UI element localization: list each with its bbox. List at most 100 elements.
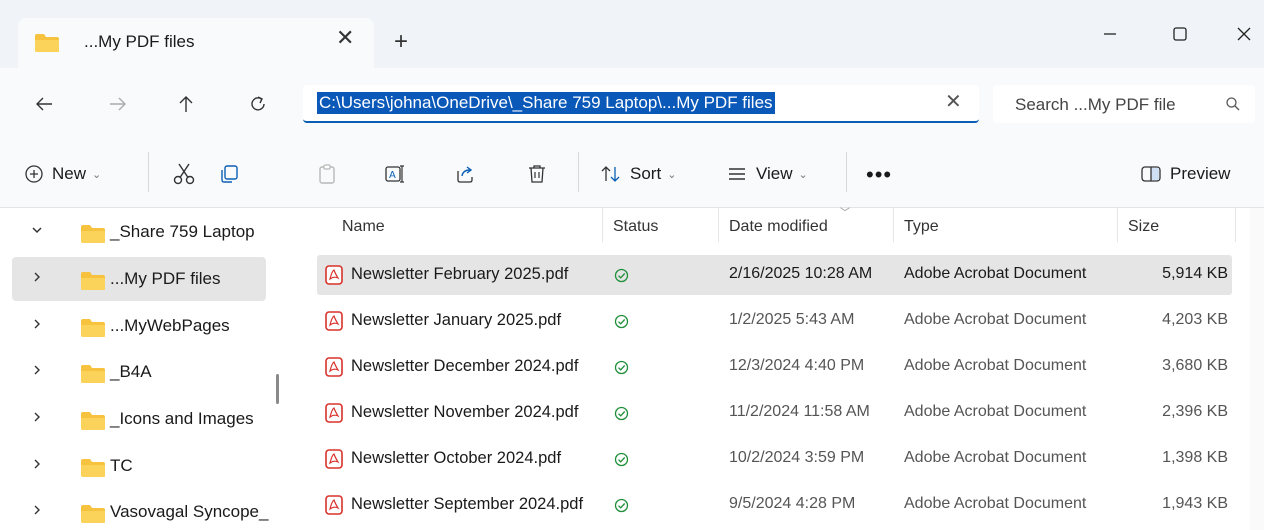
toolbar-divider: [846, 152, 847, 192]
column-divider: [1235, 208, 1236, 242]
close-window-button[interactable]: [1224, 16, 1264, 52]
sort-button[interactable]: Sort ⌄: [600, 140, 676, 208]
file-row[interactable]: Newsletter December 2024.pdf 12/3/2024 4…: [317, 347, 1232, 387]
chevron-down-icon: [32, 227, 42, 234]
sidebar-item-label: _B4A: [110, 362, 152, 381]
up-button[interactable]: [168, 86, 204, 122]
column-header-name[interactable]: Name: [342, 218, 385, 236]
folder-icon: [81, 272, 105, 290]
rename-button[interactable]: A: [384, 140, 406, 208]
chevron-right-icon: [34, 459, 40, 469]
sidebar-item-label: _Share 759 Laptop: [110, 222, 255, 241]
file-type: Adobe Acrobat Document: [904, 357, 1087, 374]
chevron-right-icon: [34, 365, 40, 375]
pdf-file-icon: [325, 311, 343, 331]
file-row[interactable]: Newsletter September 2024.pdf 9/5/2024 4…: [317, 485, 1232, 525]
synced-check-icon: [614, 360, 629, 375]
svg-text:A: A: [389, 170, 396, 181]
search-icon: [1226, 97, 1240, 111]
share-button[interactable]: [454, 140, 476, 208]
new-button[interactable]: New ⌄: [24, 140, 101, 208]
navigation-pane: _Share 759 Laptop ...My PDF files ...MyW…: [0, 208, 290, 530]
file-size: 4,203 KB: [1162, 311, 1228, 328]
synced-check-icon: [614, 498, 629, 513]
column-divider: [718, 208, 719, 242]
minimize-button[interactable]: [1090, 16, 1130, 52]
file-date-modified: 11/2/2024 11:58 AM: [729, 403, 870, 420]
preview-label: Preview: [1170, 164, 1231, 183]
preview-button[interactable]: Preview: [1140, 140, 1230, 208]
file-date-modified: 10/2/2024 3:59 PM: [729, 449, 865, 466]
tab-my-pdf-files[interactable]: ...My PDF files ✕: [18, 18, 374, 68]
column-header-size[interactable]: Size: [1128, 218, 1159, 236]
delete-button[interactable]: [526, 140, 548, 208]
sidebar-item-share-759-laptop[interactable]: _Share 759 Laptop: [12, 210, 266, 254]
file-row[interactable]: Newsletter October 2024.pdf 10/2/2024 3:…: [317, 439, 1232, 479]
file-list-scrollbar[interactable]: [1250, 208, 1264, 530]
forward-button[interactable]: [100, 86, 136, 122]
sidebar-item-icons-and-images[interactable]: _Icons and Images: [12, 397, 266, 441]
column-header-status[interactable]: Status: [613, 218, 658, 236]
file-date-modified: 2/16/2025 10:28 AM: [729, 265, 873, 282]
synced-check-icon: [614, 314, 629, 329]
maximize-button[interactable]: [1160, 16, 1200, 52]
search-input[interactable]: Search ...My PDF file: [1015, 95, 1176, 115]
sidebar-item-tc[interactable]: TC: [12, 444, 266, 488]
file-name: Newsletter December 2024.pdf: [351, 357, 579, 375]
file-type: Adobe Acrobat Document: [904, 311, 1087, 328]
file-list: Name Status ﹀ Date modified Type Size Ne…: [290, 208, 1264, 530]
copy-button[interactable]: [218, 140, 240, 208]
sidebar-item-b4a[interactable]: _B4A: [12, 350, 266, 394]
clear-address-icon[interactable]: ✕: [945, 92, 962, 112]
share-icon: [457, 166, 473, 183]
plus-circle-icon: [25, 165, 43, 183]
sidebar-item-label: _Icons and Images: [110, 409, 254, 428]
address-input[interactable]: C:\Users\johna\OneDrive\_Share 759 Lapto…: [317, 92, 775, 114]
file-name: Newsletter November 2024.pdf: [351, 403, 579, 421]
paste-button[interactable]: [316, 140, 338, 208]
refresh-button[interactable]: [240, 86, 276, 122]
file-row[interactable]: Newsletter November 2024.pdf 11/2/2024 1…: [317, 393, 1232, 433]
chevron-down-icon: ⌄: [92, 168, 102, 181]
pdf-file-icon: [325, 403, 343, 423]
sidebar-item-label: ...My PDF files: [110, 269, 221, 288]
column-header-type[interactable]: Type: [904, 218, 939, 236]
file-row[interactable]: Newsletter January 2025.pdf 1/2/2025 5:4…: [317, 301, 1232, 341]
maximize-icon: [1173, 27, 1187, 41]
navigation-bar: C:\Users\johna\OneDrive\_Share 759 Lapto…: [0, 68, 1264, 140]
chevron-down-icon: ⌄: [798, 168, 808, 181]
column-header-date-modified[interactable]: Date modified: [729, 218, 828, 236]
file-size: 5,914 KB: [1162, 265, 1228, 282]
more-options-button[interactable]: •••: [866, 164, 892, 186]
list-view-icon: [729, 168, 745, 180]
folder-icon: [81, 225, 105, 243]
file-row[interactable]: Newsletter February 2025.pdf 2/16/2025 1…: [317, 255, 1232, 295]
file-size: 1,943 KB: [1162, 495, 1228, 512]
pdf-file-icon: [325, 495, 343, 515]
pdf-file-icon: [325, 449, 343, 469]
file-type: Adobe Acrobat Document: [904, 449, 1087, 466]
back-button[interactable]: [26, 86, 62, 122]
sidebar-item-label: ...MyWebPages: [110, 316, 230, 335]
close-icon: [1237, 27, 1251, 41]
sort-indicator-icon: ﹀: [840, 208, 850, 219]
sidebar-item-vasovagal-syncope[interactable]: Vasovagal Syncope_: [12, 490, 269, 530]
cut-button[interactable]: [172, 140, 196, 208]
sidebar-item-label: Vasovagal Syncope_: [110, 502, 269, 521]
folder-icon: [81, 319, 105, 337]
sort-label: Sort: [630, 164, 662, 183]
toolbar-divider: [578, 152, 579, 192]
trash-icon: [529, 165, 545, 183]
minimize-icon: [1104, 33, 1116, 35]
sidebar-item-my-pdf-files[interactable]: ...My PDF files: [12, 257, 266, 301]
sidebar-scrollbar[interactable]: [276, 374, 279, 404]
view-button[interactable]: View ⌄: [726, 140, 808, 208]
search-box[interactable]: Search ...My PDF file: [993, 85, 1255, 123]
tab-title: ...My PDF files: [84, 32, 195, 51]
address-bar[interactable]: C:\Users\johna\OneDrive\_Share 759 Lapto…: [303, 85, 979, 123]
sidebar-item-mywebpages[interactable]: ...MyWebPages: [12, 304, 266, 348]
new-tab-button[interactable]: +: [394, 30, 408, 54]
new-label: New: [52, 164, 87, 183]
folder-icon: [81, 412, 105, 430]
close-tab-icon[interactable]: ✕: [336, 27, 354, 49]
